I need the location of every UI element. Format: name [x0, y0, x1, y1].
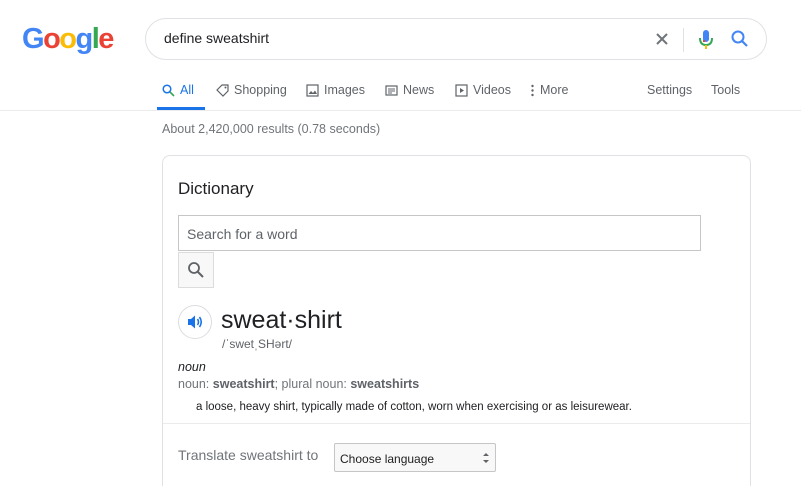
forms-prefix: noun: [178, 377, 213, 391]
tab-label: More [540, 83, 569, 97]
search-input[interactable]: define sweatshirt [164, 30, 269, 46]
tab-label: Videos [473, 83, 511, 97]
pronunciation-audio-button[interactable] [178, 305, 212, 339]
tab-all[interactable]: All [162, 82, 194, 98]
tab-shopping[interactable]: Shopping [216, 82, 287, 98]
tab-more[interactable]: More [530, 82, 568, 98]
part-of-speech: noun [178, 360, 206, 374]
dictionary-card: Dictionary Search for a word sweat·shirt… [162, 155, 751, 486]
settings-label: Settings [647, 83, 693, 97]
language-select-value: Choose language [340, 452, 435, 466]
word-forms: noun: sweatshirt; plural noun: sweatshir… [178, 377, 419, 391]
result-stats: About 2,420,000 results (0.78 seconds) [162, 122, 381, 136]
clear-icon[interactable] [652, 29, 672, 54]
news-icon [385, 84, 398, 96]
logo-letter: o [43, 23, 61, 55]
forms-mid: ; plural noun: [274, 377, 351, 391]
word-search-button[interactable] [178, 252, 214, 288]
tools-label: Tools [711, 83, 741, 97]
tab-label: Shopping [234, 83, 287, 97]
card-divider [163, 423, 750, 424]
language-select[interactable]: Choose language [334, 443, 496, 472]
search-box[interactable]: define sweatshirt [145, 18, 767, 60]
logo-letter: e [98, 23, 114, 55]
tab-label: Images [324, 83, 365, 97]
search-divider [683, 28, 684, 52]
search-tabs: All Shopping Images News Videos More Set… [0, 66, 801, 111]
translate-label: Translate sweatshirt to [178, 447, 319, 463]
word-search-placeholder: Search for a word [187, 226, 298, 242]
google-logo[interactable]: Google [22, 23, 114, 56]
phonetic-spelling: /ˈswetˌSHərt/ [222, 337, 293, 351]
logo-letter: g [75, 23, 94, 55]
more-vert-icon [531, 84, 534, 96]
logo-letter: o [59, 23, 77, 55]
image-icon [306, 83, 319, 97]
word-search-input[interactable]: Search for a word [178, 215, 701, 251]
select-arrows-icon [482, 451, 490, 470]
video-icon [455, 83, 468, 97]
tag-icon [216, 83, 229, 97]
tab-label: All [180, 83, 194, 97]
headword: sweat·shirt [221, 306, 342, 334]
singular-form: sweatshirt [212, 377, 275, 391]
tab-videos[interactable]: Videos [455, 82, 511, 98]
tools-link[interactable]: Tools [711, 82, 740, 98]
plural-form: sweatshirts [350, 377, 420, 391]
speaker-icon [188, 315, 203, 329]
tab-label: News [403, 83, 435, 97]
search-icon [188, 262, 204, 278]
definition-text: a loose, heavy shirt, typically made of … [196, 401, 632, 413]
microphone-icon[interactable] [697, 28, 715, 57]
card-title: Dictionary [178, 179, 254, 198]
logo-letter: G [22, 23, 45, 55]
settings-link[interactable]: Settings [647, 82, 692, 98]
active-tab-indicator [157, 107, 205, 110]
tab-images[interactable]: Images [306, 82, 365, 98]
search-icon[interactable] [730, 29, 750, 54]
search-icon [162, 83, 175, 97]
tab-news[interactable]: News [385, 82, 434, 98]
